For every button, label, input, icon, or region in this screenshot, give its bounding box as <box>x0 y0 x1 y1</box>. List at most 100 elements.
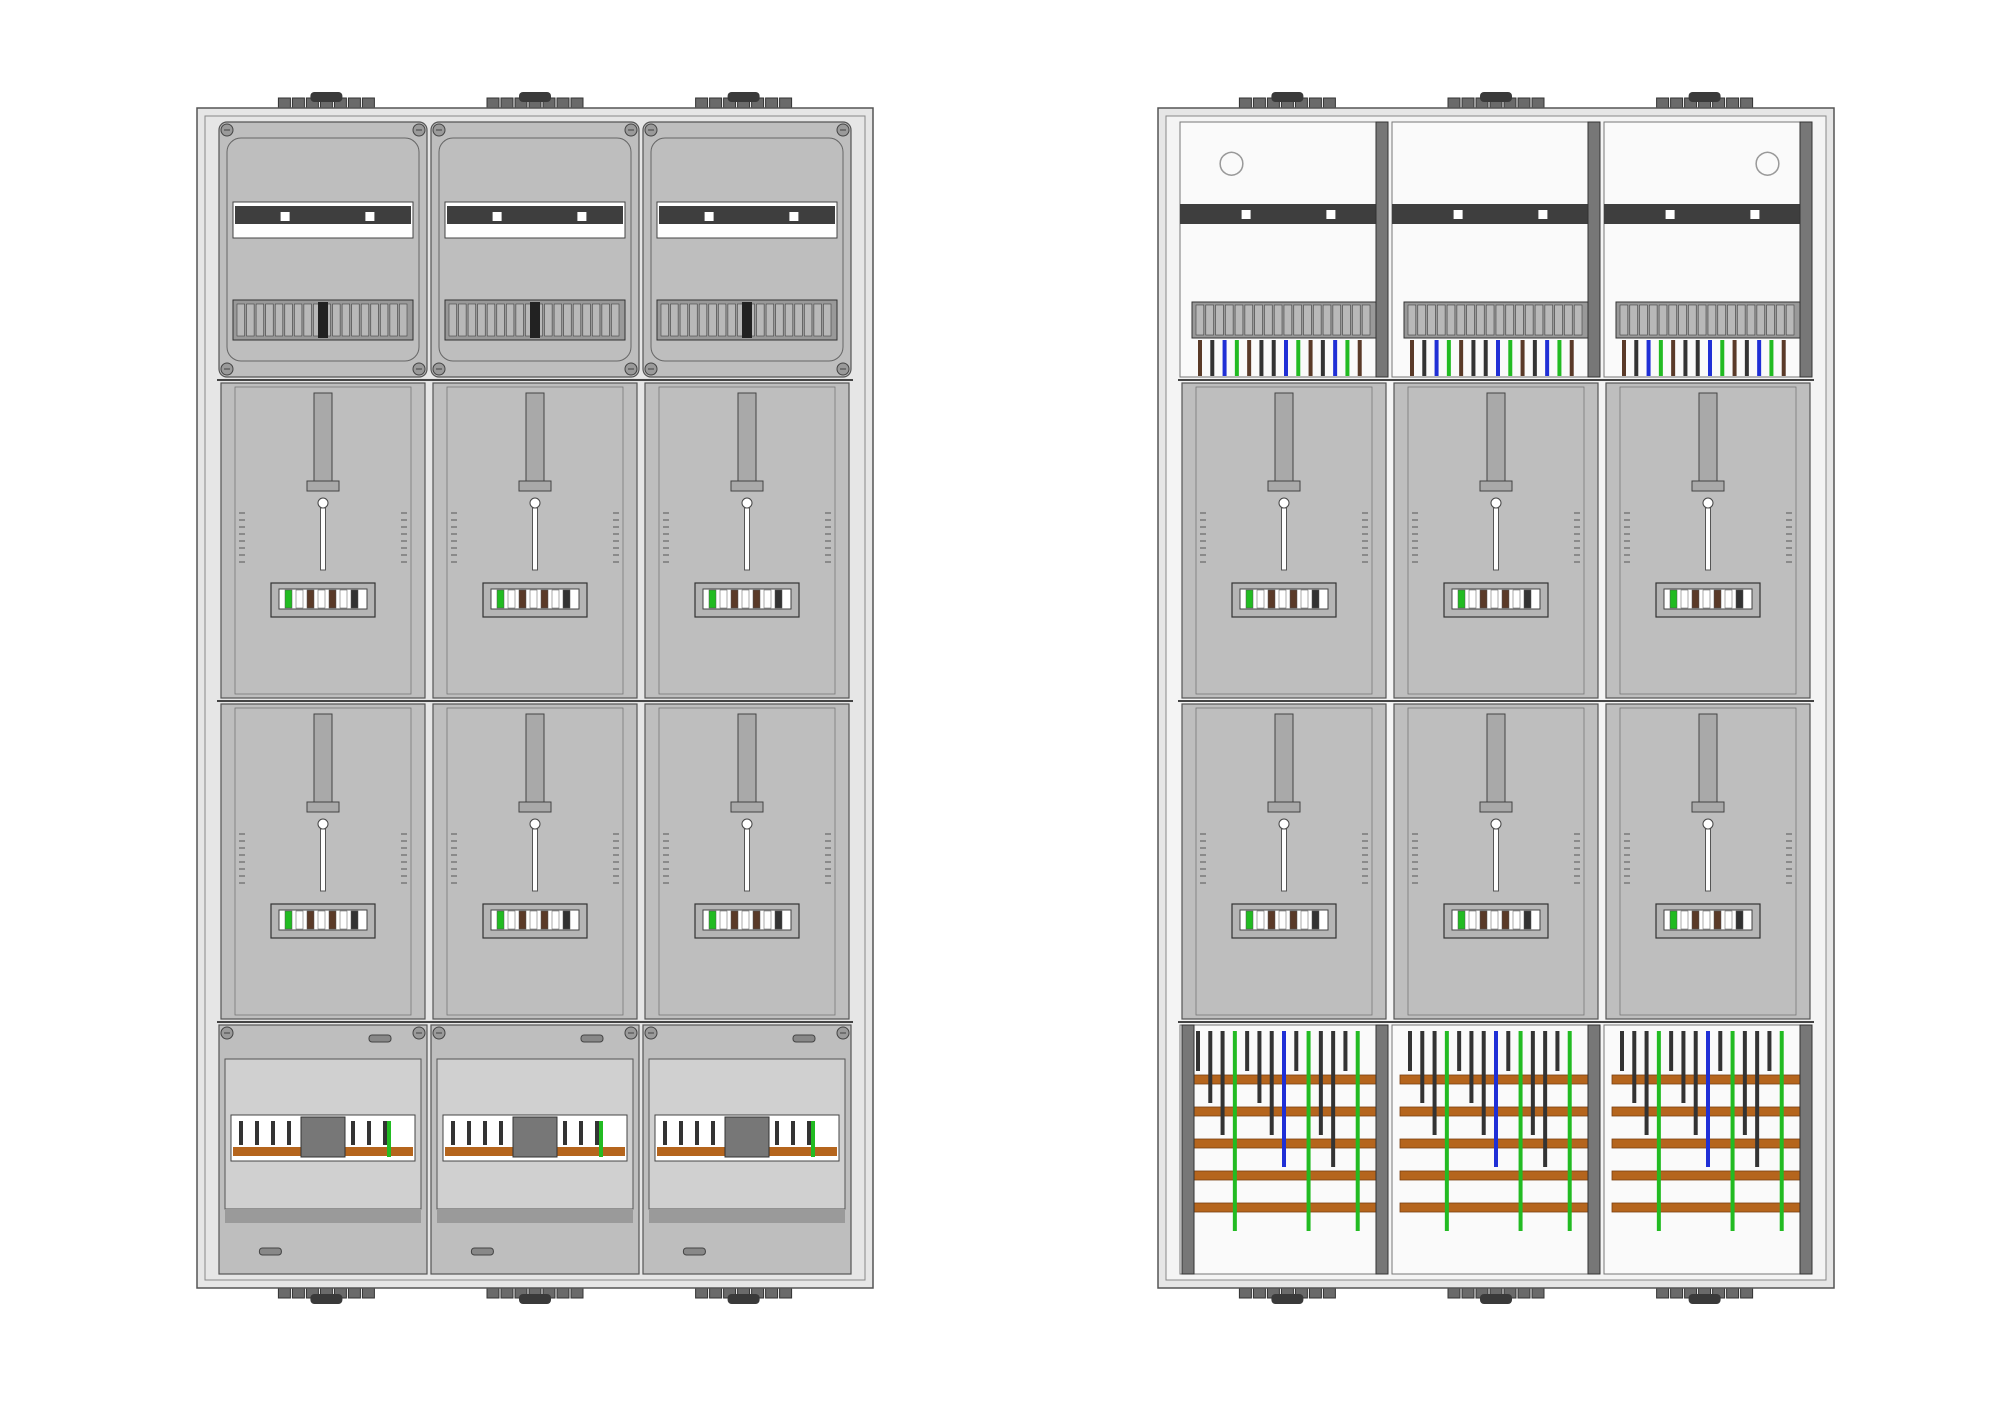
vertical-bracket <box>1799 1024 1813 1275</box>
din-rail <box>235 206 411 224</box>
meter-slot-base <box>518 480 552 492</box>
wire <box>1545 340 1550 376</box>
terminal-contact <box>350 589 359 609</box>
terminal-contact <box>350 910 359 930</box>
cable-gland-icon <box>1447 1287 1545 1304</box>
terminal-contact <box>1457 589 1466 609</box>
screw-icon <box>412 1026 426 1040</box>
terminal-slot <box>380 303 389 337</box>
terminal-contact <box>1735 910 1744 930</box>
breaker-pin <box>499 1121 503 1145</box>
meter-slot-base <box>1267 801 1301 813</box>
gland-segment <box>1322 1287 1336 1299</box>
terminal-slot <box>1313 304 1322 336</box>
wire <box>1434 340 1439 376</box>
terminal-slot <box>1707 304 1717 336</box>
wire <box>1444 1031 1449 1231</box>
gland-cap <box>519 92 551 102</box>
terminal-slot <box>1322 304 1332 336</box>
meter-hook <box>1702 818 1714 830</box>
terminal-contact <box>518 589 527 609</box>
meter-rod <box>532 828 538 892</box>
terminal-slot <box>246 303 255 337</box>
terminal-contact <box>339 910 348 930</box>
terminal-slot <box>1688 304 1697 336</box>
wire <box>1755 1031 1760 1167</box>
wire <box>1744 340 1749 376</box>
din-rail <box>659 206 835 224</box>
breaker-pin <box>695 1121 699 1145</box>
terminal-contact <box>1680 589 1689 609</box>
terminal-slot <box>1525 304 1534 336</box>
screw-icon <box>412 362 426 376</box>
wire <box>1683 340 1688 376</box>
gland-segment <box>570 97 584 109</box>
wire <box>1457 1031 1462 1071</box>
earth-wire <box>811 1121 815 1157</box>
rail-hole <box>704 212 714 221</box>
terminal-slot <box>1466 304 1475 336</box>
wire <box>1496 340 1500 376</box>
terminal-contact <box>1523 910 1532 930</box>
terminal-slot <box>689 303 698 337</box>
terminal-slot <box>506 303 515 337</box>
wire <box>1646 340 1651 376</box>
terminal-slot <box>582 303 591 337</box>
gland-segment <box>695 1287 709 1299</box>
gland-segment <box>1252 1287 1266 1299</box>
gland-cap <box>1688 1294 1721 1304</box>
wire <box>1318 1031 1323 1135</box>
gland-segment <box>1531 1287 1545 1299</box>
wire <box>1269 1031 1274 1135</box>
breaker-pin <box>255 1121 259 1145</box>
terminal-slot <box>1303 304 1312 336</box>
breaker-pin <box>451 1121 455 1145</box>
gland-segment <box>500 97 514 109</box>
vertical-bracket <box>1799 121 1813 378</box>
meter-rod <box>744 828 750 892</box>
screw-icon <box>624 1026 638 1040</box>
terminal-slot <box>1361 304 1371 336</box>
gland-cap <box>1480 1294 1512 1304</box>
terminal-slot <box>265 303 274 337</box>
terminal-slot <box>544 303 553 337</box>
cover-shadow <box>437 1209 633 1223</box>
cabinet-column <box>218 121 428 1275</box>
screw-icon <box>624 362 638 376</box>
terminal-contact <box>529 910 538 930</box>
wire <box>1706 1031 1710 1167</box>
meter-hook <box>317 497 329 509</box>
terminal-slot <box>1283 304 1293 336</box>
terminal-contact <box>741 910 750 930</box>
meter-slot-base <box>730 801 764 813</box>
terminal-divider <box>742 302 752 338</box>
terminal-divider <box>318 302 328 338</box>
terminal-slot <box>1407 304 1417 336</box>
meter-slot-base <box>1691 801 1725 813</box>
gland-segment <box>779 1287 793 1299</box>
terminal-slot <box>1756 304 1765 336</box>
terminal-contact <box>1311 589 1320 609</box>
terminal-contact <box>752 910 761 930</box>
earth-wire <box>599 1121 603 1157</box>
terminal-contact <box>1468 589 1477 609</box>
terminal-contact <box>1702 589 1711 609</box>
terminal-slot <box>1437 304 1446 336</box>
cable-gland-icon <box>695 92 793 109</box>
terminal-contact <box>1512 589 1521 609</box>
rail-hole <box>1665 210 1675 219</box>
gland-segment <box>556 1287 570 1299</box>
terminal-contact <box>1267 589 1276 609</box>
meter-slot <box>1698 713 1718 805</box>
terminal-contact <box>284 589 293 609</box>
wire <box>1779 1031 1784 1231</box>
meter-slot <box>1486 713 1506 805</box>
terminal-slot <box>360 303 370 337</box>
terminal-contact <box>763 910 772 930</box>
screw-icon <box>836 123 850 137</box>
meter-slot-base <box>1479 480 1513 492</box>
terminal-contact <box>1501 589 1510 609</box>
gland-segment <box>291 1287 305 1299</box>
gland-segment <box>556 97 570 109</box>
terminal-contact <box>1256 910 1265 930</box>
